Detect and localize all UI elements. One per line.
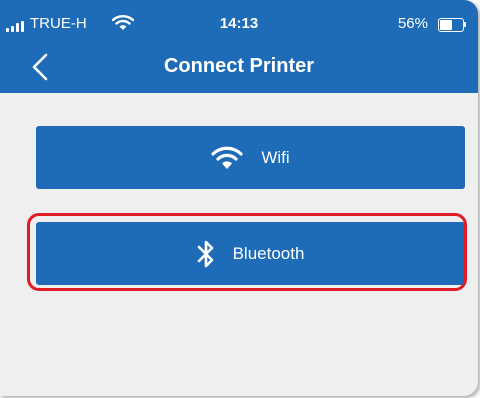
battery-icon: [438, 18, 466, 32]
wifi-icon: [211, 146, 243, 169]
battery-percent: 56%: [397, 15, 428, 32]
page-title: Connect Printer: [163, 55, 315, 77]
wifi-button-label: Wifi: [261, 147, 290, 167]
phone-screen: TRUE-H 14:13 56% Connect Printer Wifi Bl…: [0, 0, 478, 396]
app-header: TRUE-H 14:13 56% Connect Printer: [0, 0, 478, 93]
wifi-button[interactable]: Wifi: [36, 126, 465, 189]
status-bar: TRUE-H 14:13 56%: [0, 0, 478, 40]
highlight-box: [27, 213, 467, 291]
